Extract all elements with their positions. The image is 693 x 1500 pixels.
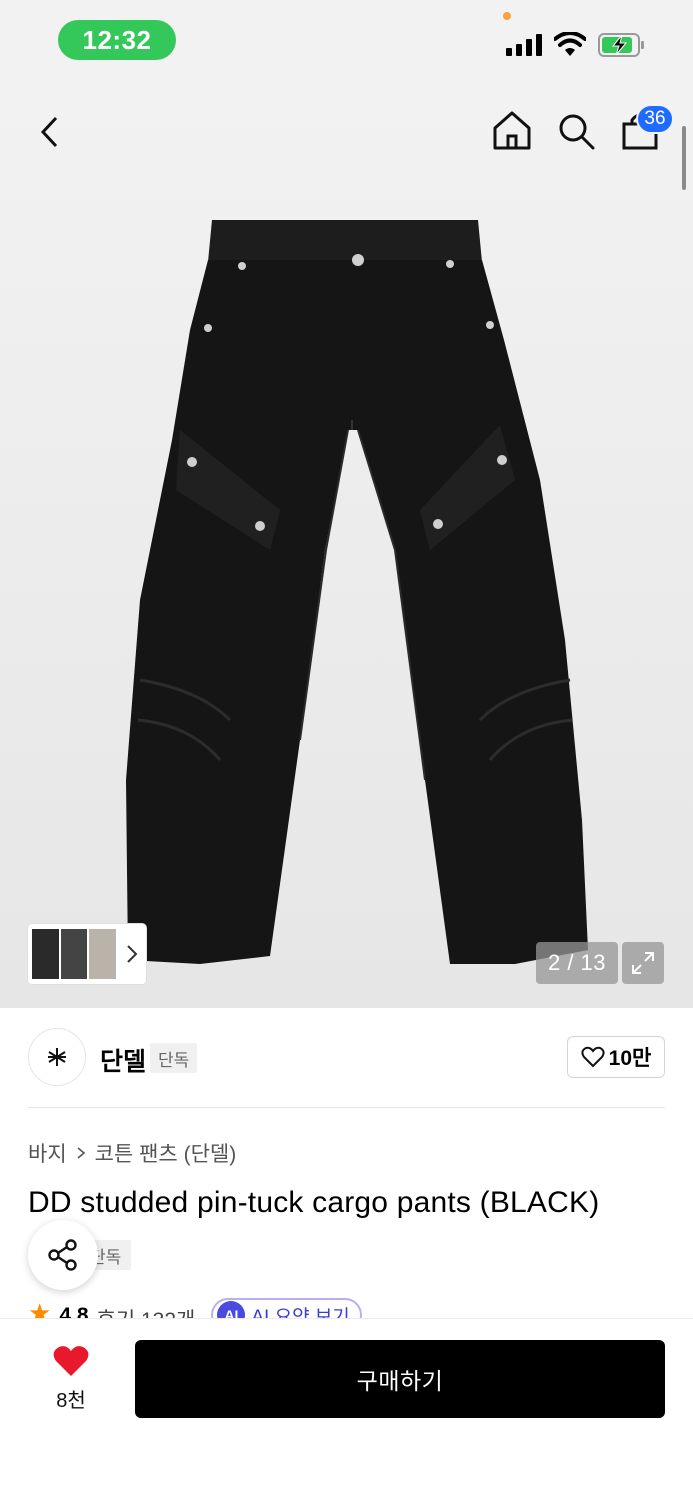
brand-like-count: 10만 — [608, 1047, 652, 1070]
chevron-right-icon — [77, 1147, 85, 1159]
privacy-indicator-dot — [503, 12, 511, 20]
wishlist-button[interactable]: 8천 — [36, 1344, 106, 1414]
asterisk-logo-icon — [48, 1048, 66, 1066]
brand-like-button[interactable]: 10만 — [567, 1036, 665, 1078]
share-icon — [48, 1239, 77, 1271]
cart-count-badge[interactable]: 36 — [636, 104, 674, 134]
expand-image-button[interactable] — [622, 942, 664, 984]
breadcrumb: 바지 코튼 팬츠 (단델) — [28, 1138, 236, 1168]
breadcrumb-category[interactable]: 바지 — [28, 1138, 67, 1168]
rating-row[interactable]: ★ 4.8 후기 132개 AI AI 요약 보기 — [28, 1298, 362, 1320]
thumbnail-strip[interactable] — [28, 924, 146, 984]
thumbnail-image[interactable] — [32, 929, 117, 979]
product-image-gallery[interactable]: 2 / 13 — [0, 84, 693, 1008]
brand-exclusive-tag: 단독 — [150, 1043, 198, 1073]
wifi-icon — [554, 32, 586, 56]
battery-charging-icon — [598, 33, 644, 57]
product-title: DD studded pin-tuck cargo pants (BLACK) — [28, 1186, 600, 1219]
expand-icon — [632, 952, 654, 974]
divider — [28, 1107, 665, 1108]
buy-button[interactable]: 구매하기 — [135, 1340, 665, 1418]
back-button[interactable] — [30, 112, 70, 152]
breadcrumb-subcategory[interactable]: 코튼 팬츠 (단델) — [95, 1138, 237, 1168]
chevron-right-icon[interactable] — [124, 942, 140, 966]
search-icon[interactable] — [555, 110, 597, 152]
heart-outline-icon — [581, 1046, 605, 1068]
image-counter: 2 / 13 — [536, 942, 618, 984]
scrollbar[interactable] — [682, 126, 686, 190]
brand-logo[interactable] — [28, 1028, 86, 1086]
heart-filled-icon — [53, 1346, 89, 1376]
signal-icon — [506, 34, 542, 56]
brand-name[interactable]: 단델 — [100, 1042, 146, 1078]
ai-summary-button[interactable]: AI AI 요약 보기 — [211, 1298, 362, 1320]
home-icon[interactable] — [490, 108, 534, 152]
share-button[interactable] — [28, 1220, 98, 1290]
back-chevron-icon — [40, 116, 58, 148]
status-bar: 12:32 — [0, 0, 693, 84]
status-time: 12:32 — [58, 20, 176, 60]
wishlist-count: 8천 — [56, 1390, 86, 1412]
product-image[interactable] — [120, 220, 590, 970]
